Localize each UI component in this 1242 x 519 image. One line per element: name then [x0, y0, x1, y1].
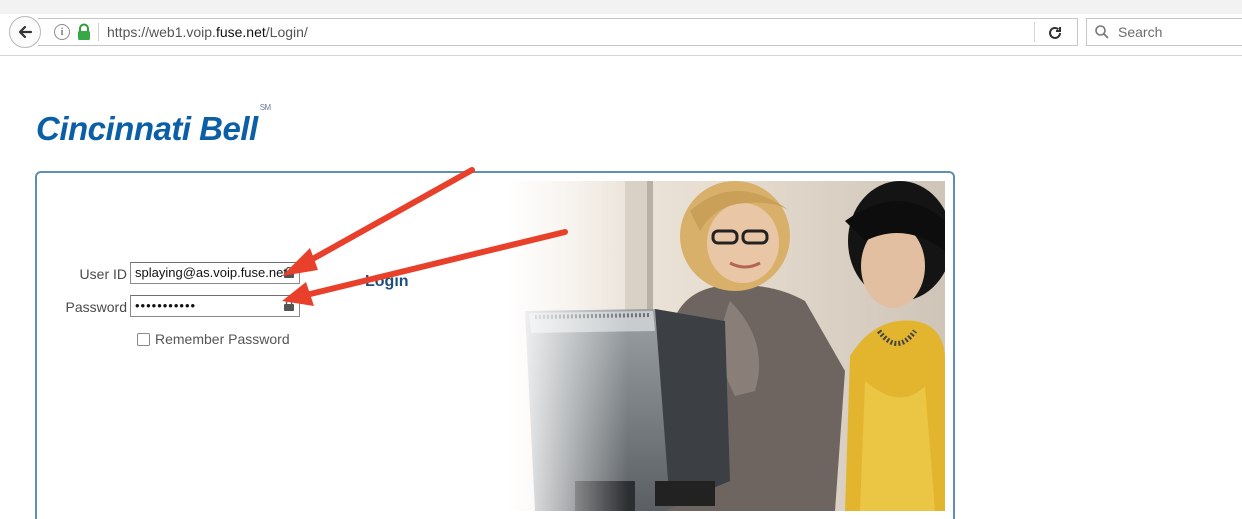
password-label: Password — [65, 299, 127, 315]
back-arrow-icon — [18, 25, 33, 39]
password-field[interactable]: ••••••••••• — [130, 295, 300, 317]
url-text[interactable]: https://web1.voip.fuse.net/Login/ — [107, 24, 308, 40]
toolbar-divider — [0, 55, 1242, 56]
back-button[interactable] — [9, 16, 41, 48]
cincinnati-bell-logo: Cincinnati BellSM — [36, 103, 271, 148]
url-prefix: https://web1.voip. — [107, 24, 216, 40]
lock-icon — [78, 23, 90, 40]
url-domain: fuse.net — [215, 24, 266, 40]
toolbar-top-strip — [0, 0, 1242, 14]
field-autofill-icon[interactable] — [283, 267, 295, 279]
user-id-label: User ID — [79, 266, 127, 282]
field-autofill-icon[interactable] — [283, 300, 295, 312]
browser-toolbar: i https://web1.voip.fuse.net/Login/ Sear… — [0, 0, 1242, 62]
logo-service-mark: SM — [259, 103, 272, 112]
remember-password-label[interactable]: Remember Password — [155, 331, 290, 347]
url-suffix: /Login/ — [265, 24, 308, 40]
reload-button[interactable] — [1044, 22, 1066, 44]
office-photo — [505, 181, 945, 511]
reload-icon — [1049, 26, 1061, 39]
user-id-field[interactable]: splaying@as.voip.fuse.net — [130, 262, 300, 284]
login-panel: User ID splaying@as.voip.fuse.net Passwo… — [35, 171, 955, 519]
remember-password-checkbox[interactable] — [137, 333, 150, 346]
search-placeholder[interactable]: Search — [1118, 24, 1162, 40]
search-icon — [1095, 25, 1109, 39]
login-button[interactable]: Login — [365, 273, 409, 291]
url-separator — [98, 23, 99, 41]
info-icon[interactable]: i — [54, 24, 70, 40]
reload-separator — [1034, 22, 1035, 42]
logo-text: Cincinnati Bell — [36, 110, 258, 147]
